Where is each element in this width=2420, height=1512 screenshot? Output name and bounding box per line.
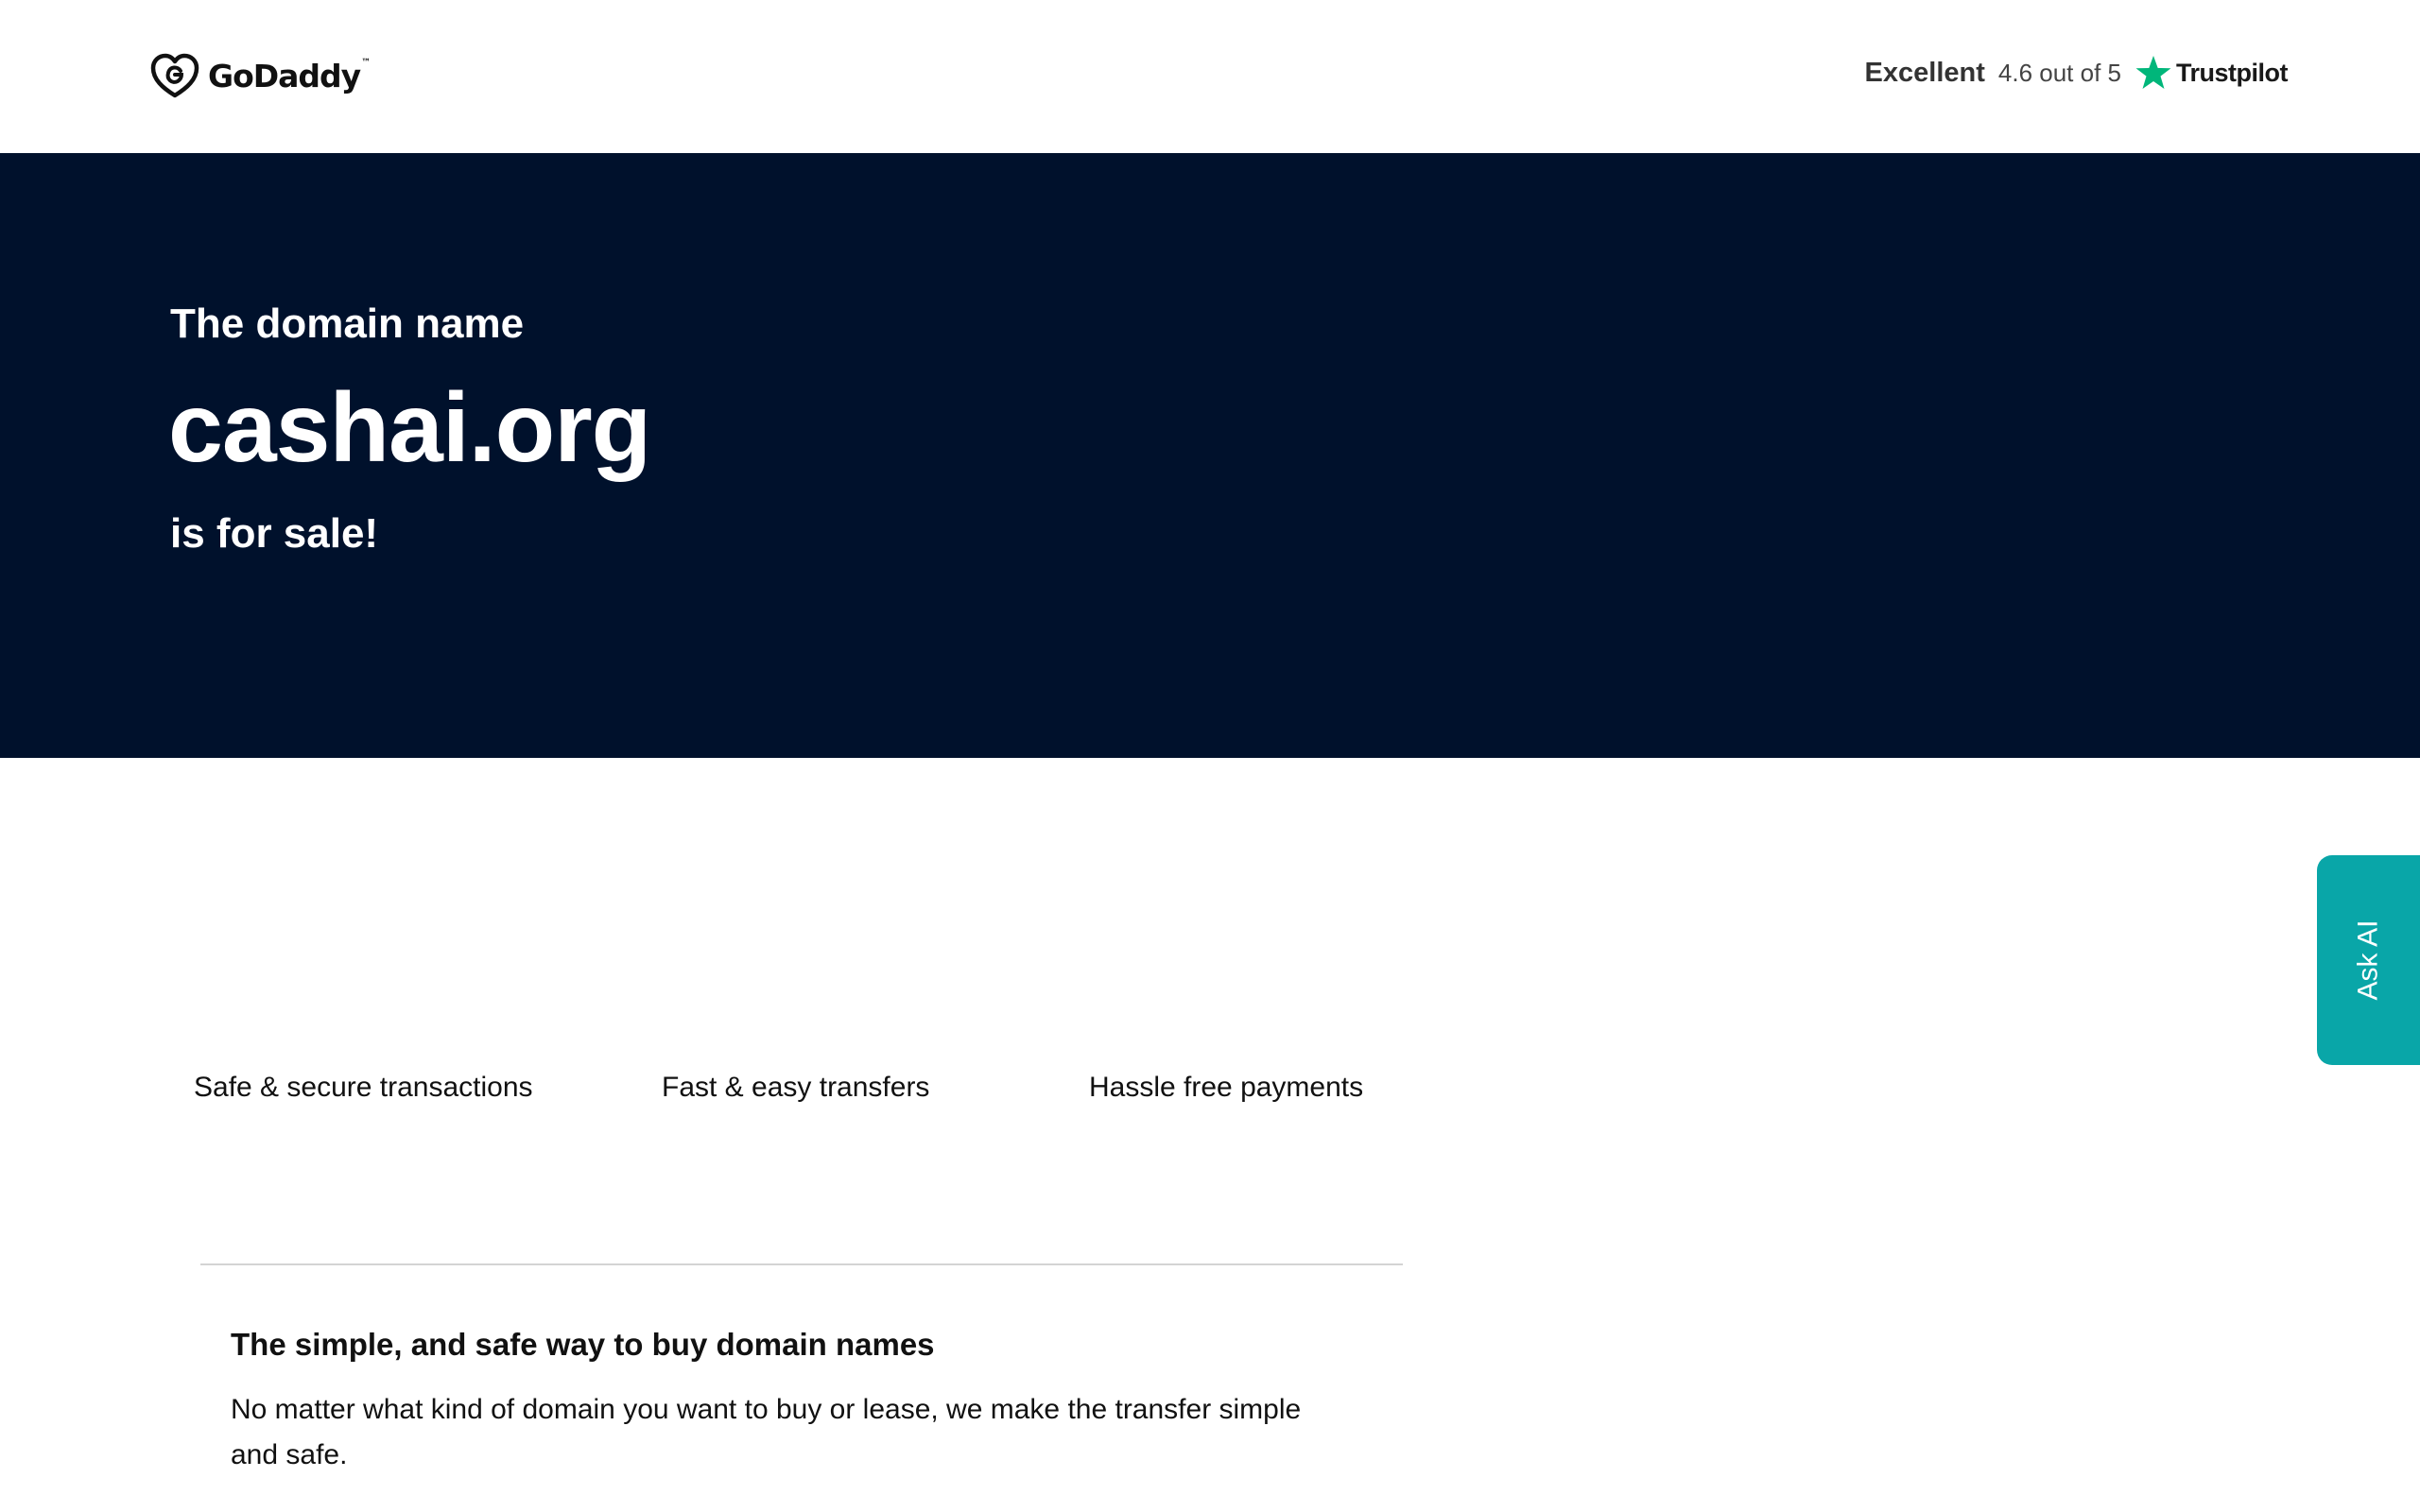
feature-easy-transfers: Fast & easy transfers bbox=[662, 1072, 930, 1103]
rating-score: 4.6 out of 5 bbox=[1997, 58, 2121, 87]
features-row: Safe & secure transactions Fast & easy t… bbox=[0, 1058, 1475, 1125]
ask-ai-button[interactable]: Ask AI bbox=[2317, 855, 2420, 1065]
hero-post-text: is for sale! bbox=[170, 510, 379, 557]
section-divider bbox=[200, 1263, 1403, 1265]
trustpilot-rating[interactable]: Excellent 4.6 out of 5 Trustpilot bbox=[1864, 49, 2289, 96]
page: GoDaddy™ Excellent 4.6 out of 5 Trustpil… bbox=[0, 0, 2420, 1512]
ask-ai-label: Ask AI bbox=[2352, 919, 2384, 1001]
hero-pre-text: The domain name bbox=[170, 301, 525, 347]
trustpilot-name: Trustpilot bbox=[2176, 58, 2289, 87]
logo-text: GoDaddy™ bbox=[208, 57, 371, 94]
feature-hassle-free-payments: Hassle free payments bbox=[1089, 1072, 1364, 1103]
domain-name: cashai.org bbox=[168, 373, 651, 483]
info-title: The simple, and safe way to buy domain n… bbox=[231, 1327, 935, 1362]
godaddy-logo[interactable]: GoDaddy™ bbox=[149, 52, 371, 99]
trustpilot-star-icon bbox=[2135, 56, 2171, 89]
trustpilot-brand: Trustpilot bbox=[2135, 54, 2289, 92]
godaddy-logo-icon bbox=[150, 53, 199, 98]
feature-secure-transactions: Safe & secure transactions bbox=[194, 1072, 533, 1103]
hero-banner: The domain name cashai.org is for sale! bbox=[0, 153, 2420, 758]
info-body: No matter what kind of domain you want t… bbox=[231, 1394, 1302, 1470]
rating-word: Excellent bbox=[1864, 57, 1985, 88]
site-header: GoDaddy™ Excellent 4.6 out of 5 Trustpil… bbox=[0, 0, 2420, 153]
